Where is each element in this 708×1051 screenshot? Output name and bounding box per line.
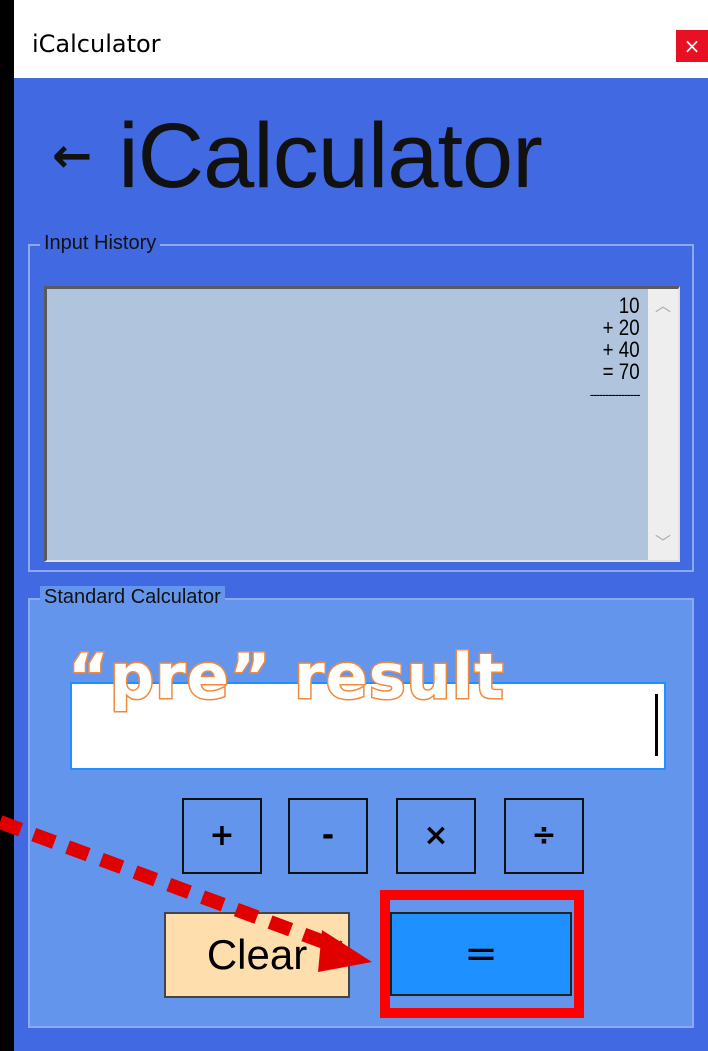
scroll-down-icon[interactable]: ﹀: [648, 528, 678, 558]
clear-button[interactable]: Clear: [164, 912, 350, 998]
input-history-label: Input History: [40, 232, 161, 255]
close-button[interactable]: ×: [676, 30, 708, 62]
divide-button[interactable]: ÷: [504, 798, 584, 874]
text-caret: [655, 694, 658, 756]
history-separator: ----------------: [590, 386, 641, 402]
subtract-button[interactable]: -: [288, 798, 368, 874]
app-title: iCalculator: [118, 104, 543, 207]
history-scrollbar[interactable]: ︿ ﹀: [648, 289, 678, 560]
add-button[interactable]: +: [182, 798, 262, 874]
history-line: 10: [619, 293, 640, 318]
multiply-button[interactable]: ×: [396, 798, 476, 874]
history-lines: 10 + 20 + 40 = 70 ----------------: [581, 293, 641, 405]
history-line: = 70: [603, 359, 640, 384]
equals-button[interactable]: =: [390, 912, 572, 996]
app-window: ← iCalculator Input History 10 + 20 + 40…: [14, 78, 708, 1051]
history-line: + 20: [603, 315, 640, 340]
header: ← iCalculator: [52, 104, 543, 207]
window-title: iCalculator: [32, 30, 161, 58]
standard-calculator-label: Standard Calculator: [40, 586, 225, 609]
input-history-group: Input History 10 + 20 + 40 = 70 --------…: [28, 232, 694, 572]
scroll-up-icon[interactable]: ︿: [648, 291, 678, 321]
history-textarea[interactable]: 10 + 20 + 40 = 70 ---------------- ︿ ﹀: [44, 286, 680, 562]
title-bar: iCalculator ×: [14, 0, 708, 78]
back-arrow-icon[interactable]: ←: [52, 128, 92, 184]
pre-result-annotation: “pre” result: [67, 639, 506, 715]
history-line: + 40: [603, 337, 640, 362]
